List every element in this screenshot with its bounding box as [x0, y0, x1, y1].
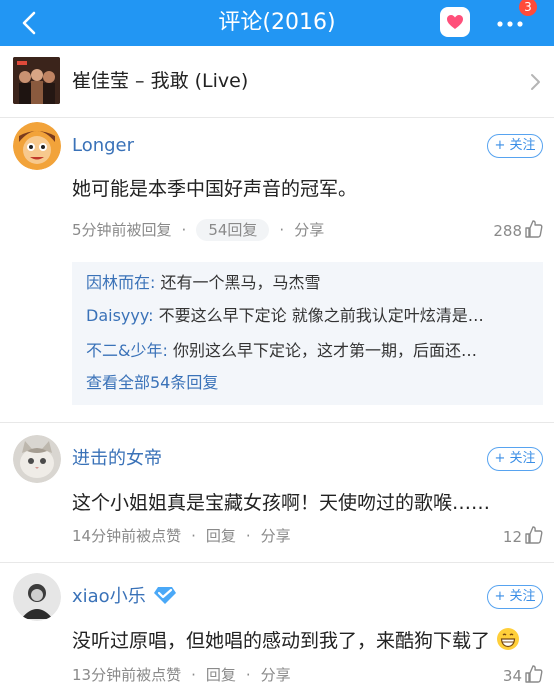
comment-meta: 5分钟前被回复 · 54回复 · 分享: [72, 219, 325, 241]
reply-text: 不要这么早下定论 就像之前我认定叶炫清是…: [158, 306, 484, 325]
like-button[interactable]: 288: [493, 219, 544, 242]
follow-button[interactable]: + 关注: [487, 585, 543, 609]
reply-button[interactable]: 回复: [206, 666, 236, 684]
favorite-button[interactable]: [440, 7, 470, 37]
reply-button[interactable]: 回复: [206, 527, 236, 545]
like-button[interactable]: 12: [503, 525, 544, 548]
like-count: 34: [502, 667, 522, 685]
reply-text: 还有一个黑马，马杰雪: [160, 273, 321, 292]
comment-username[interactable]: xiao小乐: [72, 585, 177, 609]
reply-username[interactable]: 不二&少年:: [86, 341, 168, 360]
top-bar: 评论(2016) 3: [0, 0, 554, 46]
song-row[interactable]: 崔佳莹 – 我敢 (Live): [0, 46, 554, 118]
comment-meta: 14分钟前被点赞 · 回复 · 分享: [72, 527, 291, 545]
like-button[interactable]: 34: [503, 664, 544, 687]
reply-username[interactable]: Daisyyy:: [86, 306, 154, 325]
view-all-replies-link[interactable]: 查看全部54条回复: [86, 372, 532, 394]
divider: [0, 422, 554, 423]
comment-time: 5分钟前被回复: [72, 221, 172, 239]
comment-time: 13分钟前被点赞: [72, 666, 182, 684]
comment-username-text: xiao小乐: [72, 586, 146, 607]
comment-time: 14分钟前被点赞: [72, 527, 182, 545]
song-title: 崔佳莹 – 我敢 (Live): [72, 70, 249, 92]
follow-button[interactable]: + 关注: [487, 447, 543, 471]
thumbs-up-icon: [525, 665, 543, 683]
comment-text: 没听过原唱，但她唱的感动到我了，来酷狗下载了: [72, 627, 520, 654]
album-cover: [13, 57, 60, 104]
heart-icon: [447, 15, 463, 29]
comment-text: 她可能是本季中国好声音的冠军。: [72, 178, 358, 200]
grinning-emoji-icon: [497, 628, 520, 650]
comment-text-body: 没听过原唱，但她唱的感动到我了，来酷狗下载了: [72, 630, 491, 652]
reply-username[interactable]: 因林而在:: [86, 273, 155, 292]
chevron-right-icon: [531, 74, 540, 90]
like-count: 12: [502, 528, 522, 546]
reply-count-button[interactable]: 54回复: [196, 219, 270, 241]
divider: [0, 562, 554, 563]
comment-username[interactable]: 进击的女帝: [72, 447, 162, 471]
comment-text: 这个小姐姐真是宝藏女孩啊！天使吻过的歌喉……: [72, 492, 491, 514]
follow-button[interactable]: + 关注: [487, 134, 543, 158]
reply-text: 你别这么早下定论，这才第一期，后面还…: [172, 341, 477, 360]
reply-preview-item[interactable]: Daisyyy: 不要这么早下定论 就像之前我认定叶炫清是…: [86, 305, 532, 327]
reply-preview-box: 因林而在: 还有一个黑马，马杰雪 Daisyyy: 不要这么早下定论 就像之前我…: [72, 262, 543, 405]
thumbs-up-icon: [525, 220, 543, 238]
reply-preview-item[interactable]: 因林而在: 还有一个黑马，马杰雪: [86, 272, 532, 294]
diamond-vip-icon: [154, 587, 177, 604]
share-button[interactable]: 分享: [294, 221, 324, 239]
share-button[interactable]: 分享: [261, 527, 291, 545]
page-title: 评论(2016): [218, 10, 336, 35]
avatar[interactable]: [13, 435, 61, 483]
thumbs-up-icon: [525, 526, 543, 544]
comment-meta: 13分钟前被点赞 · 回复 · 分享: [72, 666, 291, 684]
avatar[interactable]: [13, 122, 61, 170]
like-count: 288: [493, 222, 522, 240]
comment-username[interactable]: Longer: [72, 134, 134, 158]
avatar[interactable]: [13, 573, 61, 621]
share-button[interactable]: 分享: [261, 666, 291, 684]
reply-preview-item[interactable]: 不二&少年: 你别这么早下定论，这才第一期，后面还…: [86, 340, 532, 362]
